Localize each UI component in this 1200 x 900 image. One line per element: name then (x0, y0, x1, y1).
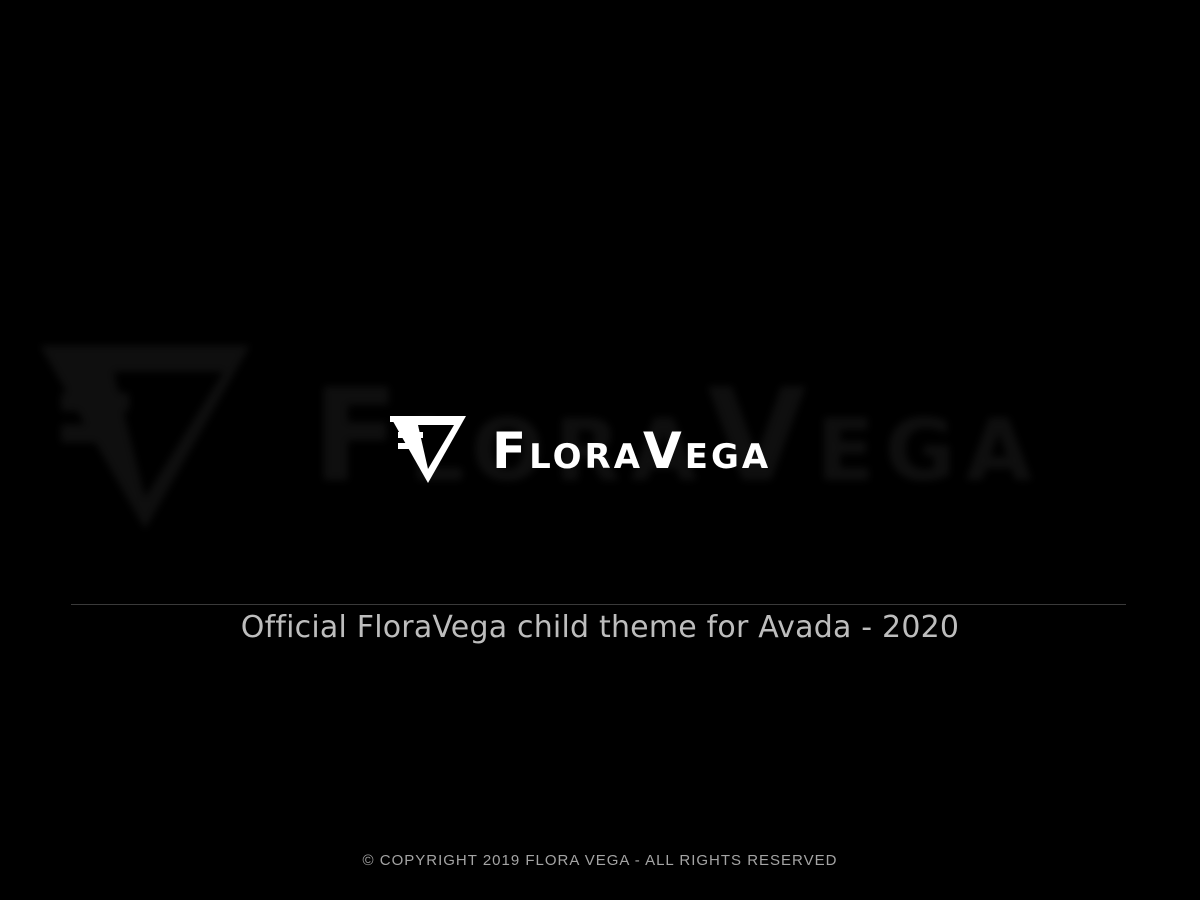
floravega-logo: FLORAVEGA (388, 414, 818, 486)
horizontal-divider (71, 604, 1126, 605)
floravega-wordmark: FLORAVEGA (492, 422, 772, 480)
copyright-footer: © COPYRIGHT 2019 FLORA VEGA - ALL RIGHTS… (362, 852, 838, 869)
fv-triangle-logo-icon (390, 416, 466, 483)
tagline: Official FloraVega child theme for Avada… (240, 610, 960, 645)
background-fv-logo-icon (40, 345, 250, 530)
